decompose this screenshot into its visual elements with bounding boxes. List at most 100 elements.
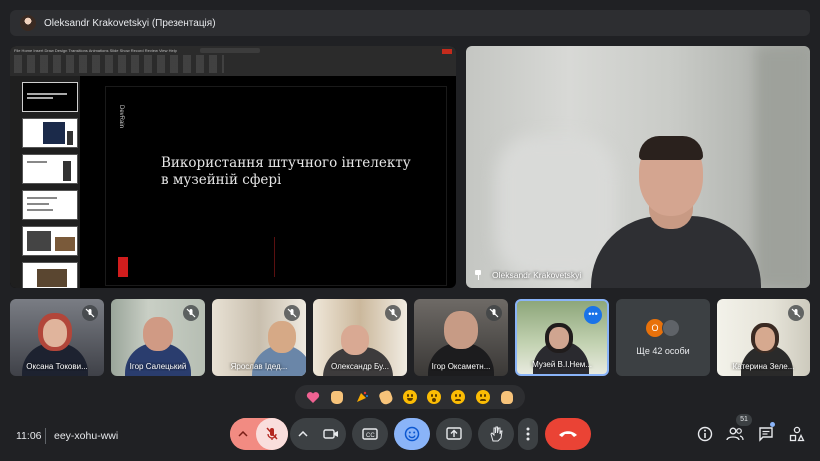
chat-notification-dot [770,422,775,427]
call-end-icon [559,431,577,437]
ribbon-search [200,48,260,53]
emoji-icon [404,426,420,442]
clapping-hands-icon[interactable] [377,388,395,406]
mic-off-icon [266,427,278,440]
slide-thumb [22,226,78,256]
videocam-icon [323,429,338,439]
participant-name: Музей В.І.Нем... [532,360,592,369]
chevron-up-icon [238,431,248,437]
more-options-icon[interactable]: ••• [584,306,602,324]
reactions-button[interactable] [394,418,430,450]
thumbs-down-icon[interactable] [498,388,516,406]
mic-options-button[interactable] [230,418,256,450]
participant-name: Оксана Токови... [26,362,88,371]
participant-tile[interactable]: Ігор Оксаметн... [414,299,508,376]
more-vert-icon [526,427,530,441]
screen-share[interactable]: File Home Insert Draw Design Transitions… [10,46,456,288]
presenter-title: Oleksandr Krakovetskyi (Презентація) [44,17,216,29]
mic-off-icon [183,305,199,321]
chat-button[interactable] [756,424,776,444]
slide-thumb [22,118,78,148]
raise-hand-button[interactable] [478,418,514,450]
meet-window: Oleksandr Krakovetskyi (Презентація) Fil… [0,0,820,461]
chat-icon [759,427,773,442]
pin-icon[interactable] [474,270,482,280]
slide-brand: DevRain [118,105,124,129]
mic-off-icon [788,305,804,321]
divider [45,428,46,444]
slide-thumb [22,154,78,184]
people-button[interactable] [725,424,745,444]
more-participants-label: Ще 42 особи [636,346,690,356]
slide-title: Використання штучного інтелекту в музейн… [161,155,441,189]
participant-name: Катерина Зеле... [732,362,795,371]
activities-button[interactable] [787,424,807,444]
chevron-up-icon [298,431,308,437]
mic-off-icon [385,305,401,321]
slide-red-mark [118,257,128,277]
closed-captions-icon: CC [362,428,378,440]
sparkling-heart-icon[interactable] [304,388,322,406]
powerpoint-ribbon: File Home Insert Draw Design Transitions… [10,46,456,76]
slide-divider [274,237,275,277]
current-slide: DevRain Використання штучного інтелекту … [105,86,447,286]
participant-tile[interactable]: Ярослав Ідед... [212,299,306,376]
present-to-all-icon [446,427,462,440]
mic-off-icon [486,305,502,321]
camera-control-group [290,418,346,450]
camera-toggle-button[interactable] [316,418,346,450]
meeting-details-button[interactable] [695,424,715,444]
presenter-bar: Oleksandr Krakovetskyi (Презентація) [10,10,810,36]
participant-tile[interactable]: Ігор Салецький [111,299,205,376]
hand-icon [490,426,503,442]
people-icon [726,427,744,441]
meeting-code: eey-xohu-wwi [54,430,119,442]
participant-tile[interactable]: Катерина Зеле... [717,299,810,376]
info-icon [697,426,713,442]
participant-avatar [662,319,680,337]
participant-tile[interactable]: Оксана Токови... [10,299,104,376]
participant-name: Ігор Оксаметн... [431,362,491,371]
slide-thumb [22,190,78,220]
thinking-face-icon[interactable] [474,388,492,406]
slide-title-line1: Використання штучного інтелекту [161,155,411,171]
speaker-hair [639,136,703,160]
participant-name: Олександр Бу... [331,362,389,371]
presenter-avatar [20,15,36,31]
slide-thumb [22,82,78,112]
slide-title-line2: в музейній сфері [161,172,282,188]
control-bar: 11:06 eey-xohu-wwi CC 51 [0,414,820,456]
slide-thumbnails [10,76,80,288]
speaker-video [581,136,771,288]
leave-call-button[interactable] [545,418,591,450]
shapes-icon [789,426,805,442]
mic-off-icon [82,305,98,321]
speaker-name: Oleksandr Krakovetskyi [492,270,582,280]
record-icon [442,49,452,54]
participant-name: Ігор Салецький [129,362,187,371]
reactions-bar [295,385,525,409]
laughing-face-icon[interactable] [401,388,419,406]
clock: 11:06 [16,430,42,442]
captions-button[interactable]: CC [352,418,388,450]
participant-count-badge: 51 [736,414,752,426]
present-screen-button[interactable] [436,418,472,450]
participant-tile[interactable]: Олександр Бу... [313,299,407,376]
more-participants-tile[interactable]: О Ще 42 особи [616,299,710,376]
ribbon-tabs: File Home Insert Draw Design Transitions… [14,48,177,53]
participant-tile-active[interactable]: ••• Музей В.І.Нем... [515,299,609,376]
svg-text:CC: CC [366,433,375,439]
mic-control-group [230,418,288,450]
camera-options-button[interactable] [290,418,316,450]
surprised-face-icon[interactable] [425,388,443,406]
party-popper-icon[interactable] [353,388,371,406]
more-options-button[interactable] [518,418,538,450]
slide-thumb [22,262,78,288]
speaker-tile[interactable]: Oleksandr Krakovetskyi [466,46,810,288]
speaker-name-label: Oleksandr Krakovetskyi [474,270,581,280]
mic-toggle-button[interactable] [256,418,288,450]
mic-off-icon [284,305,300,321]
sad-face-icon[interactable] [449,388,467,406]
thumbs-up-icon[interactable] [328,388,346,406]
ribbon-toolbar [14,55,224,73]
